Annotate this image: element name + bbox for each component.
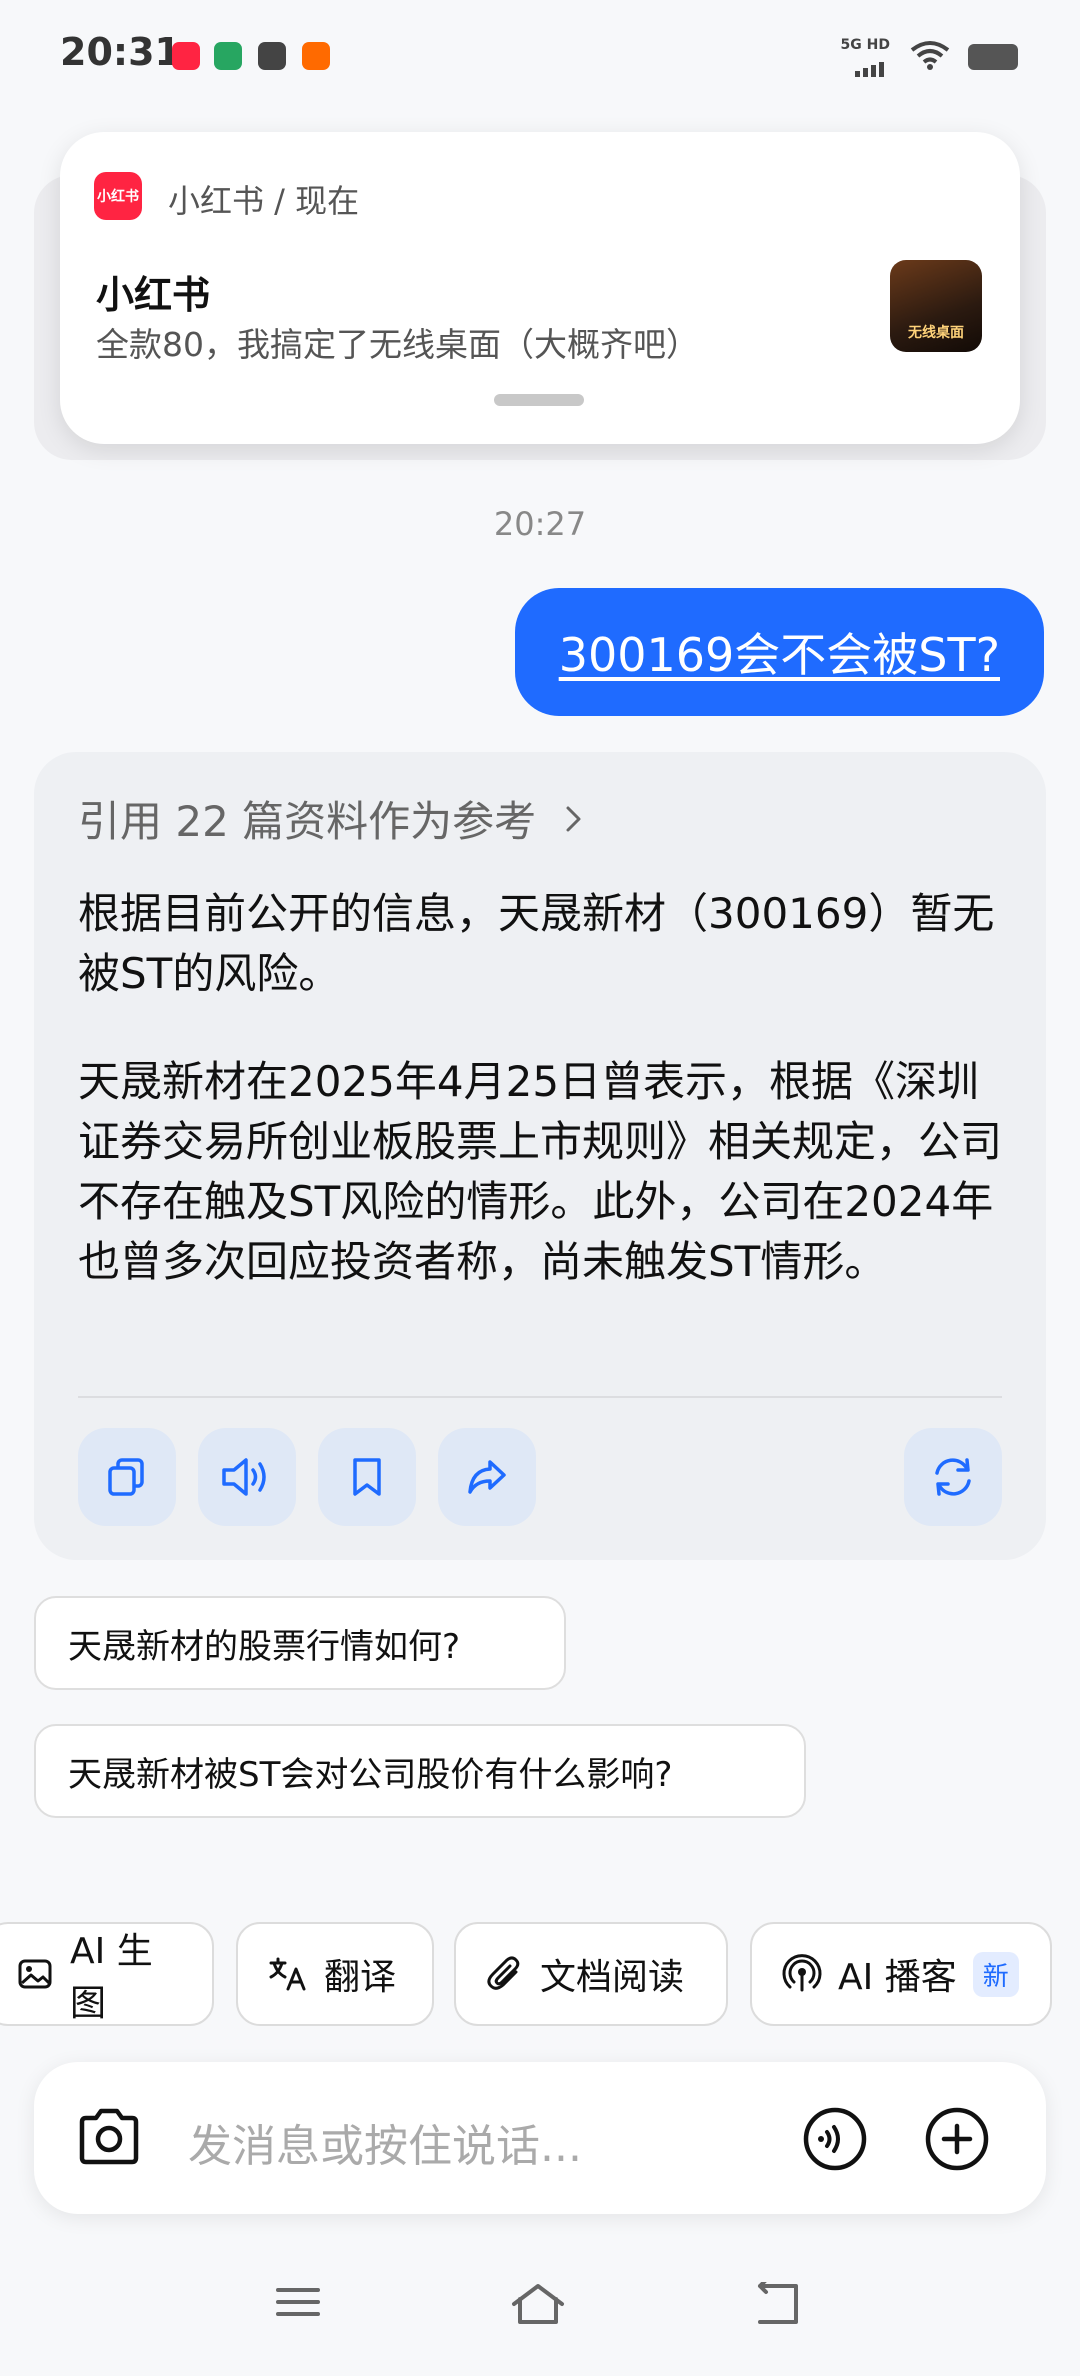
answer-paragraph: 天晟新材在2025年4月25日曾表示，根据《深圳证券交易所创业板股票上市规则》相… [78,1057,1003,1286]
signal-icon [855,62,884,77]
app-status-icon [302,42,330,70]
message-input-bar: 发消息或按住说话... [34,2062,1046,2214]
bookmark-icon [353,1458,381,1496]
podcast-icon [782,1954,822,1992]
notification-drag-handle[interactable] [494,394,584,406]
status-bar: 20:31 5G HD [0,0,1080,110]
xiaohongshu-status-icon [172,42,200,70]
voice-call-button[interactable] [802,2106,868,2172]
read-aloud-button[interactable] [198,1428,296,1526]
image-icon [18,1959,52,1989]
camera-button[interactable] [76,2106,142,2168]
app-status-icon [258,42,286,70]
battery-icon [968,44,1018,70]
notification-thumbnail: 无线桌面 [890,260,982,352]
translate-tool-label: 翻译 [324,1957,397,1998]
ai-image-tool-button[interactable]: AI 生图 [0,1922,214,2026]
status-time: 20:31 [60,30,181,74]
ai-podcast-tool-label: AI 播客 [838,1957,957,1998]
xiaohongshu-logo-icon: 小红书 [94,172,142,220]
notification-source: 小红书 / 现在 [168,182,360,220]
new-badge: 新 [972,1951,1019,1997]
assistant-answer-card: 引用 22 篇资料作为参考 根据目前公开的信息，天晟新材（300169）暂无被S… [34,752,1046,1560]
bookmark-button[interactable] [318,1428,416,1526]
notification-title: 小红书 [96,273,211,317]
notification-banner[interactable]: 小红书 小红书 / 现在 小红书 全款80，我搞定了无线桌面（大概齐吧） 无线桌… [60,132,1020,444]
copy-button[interactable] [78,1428,176,1526]
back-nav-button[interactable] [752,2282,804,2326]
home-nav-button[interactable] [508,2282,568,2326]
refresh-icon [935,1458,971,1496]
ai-image-tool-label: AI 生图 [70,1931,153,2024]
user-message-text[interactable]: 300169会不会被ST? [559,619,1000,685]
add-button[interactable] [924,2106,990,2172]
network-label: 5G HD [840,37,890,53]
copy-icon [108,1458,144,1496]
menu-nav-button[interactable] [274,2282,322,2322]
share-button[interactable] [438,1428,536,1526]
notification-body: 全款80，我搞定了无线桌面（大概齐吧） [96,325,699,364]
document-reading-tool-button[interactable]: 文档阅读 [454,1922,728,2026]
user-message-bubble[interactable]: 300169会不会被ST? [514,588,1044,716]
chevron-right-icon [566,806,581,831]
app-status-icon [214,42,242,70]
divider [78,1396,1002,1398]
message-timestamp: 20:27 [493,505,587,543]
translate-tool-button[interactable]: 翻译 [236,1922,434,2026]
translate-icon [269,1957,306,1991]
reference-text: 引用 22 篇资料作为参考 [78,797,537,846]
document-reading-tool-label: 文档阅读 [540,1957,685,1998]
message-input[interactable]: 发消息或按住说话... [188,2110,582,2174]
suggestion-chip[interactable]: 天晟新材的股票行情如何? [34,1596,566,1690]
wifi-icon [910,41,950,70]
ai-podcast-tool-button[interactable]: AI 播客 新 [750,1922,1052,2026]
thumbnail-caption: 无线桌面 [908,325,964,341]
suggestion-chip[interactable]: 天晟新材被ST会对公司股价有什么影响? [34,1724,806,1818]
speaker-icon [222,1458,266,1496]
reference-link[interactable]: 引用 22 篇资料作为参考 [78,788,588,849]
share-icon [468,1460,506,1494]
regenerate-button[interactable] [904,1428,1002,1526]
answer-paragraph: 根据目前公开的信息，天晟新材（300169）暂无被ST的风险。 [78,889,995,998]
paperclip-icon [487,1956,520,1990]
